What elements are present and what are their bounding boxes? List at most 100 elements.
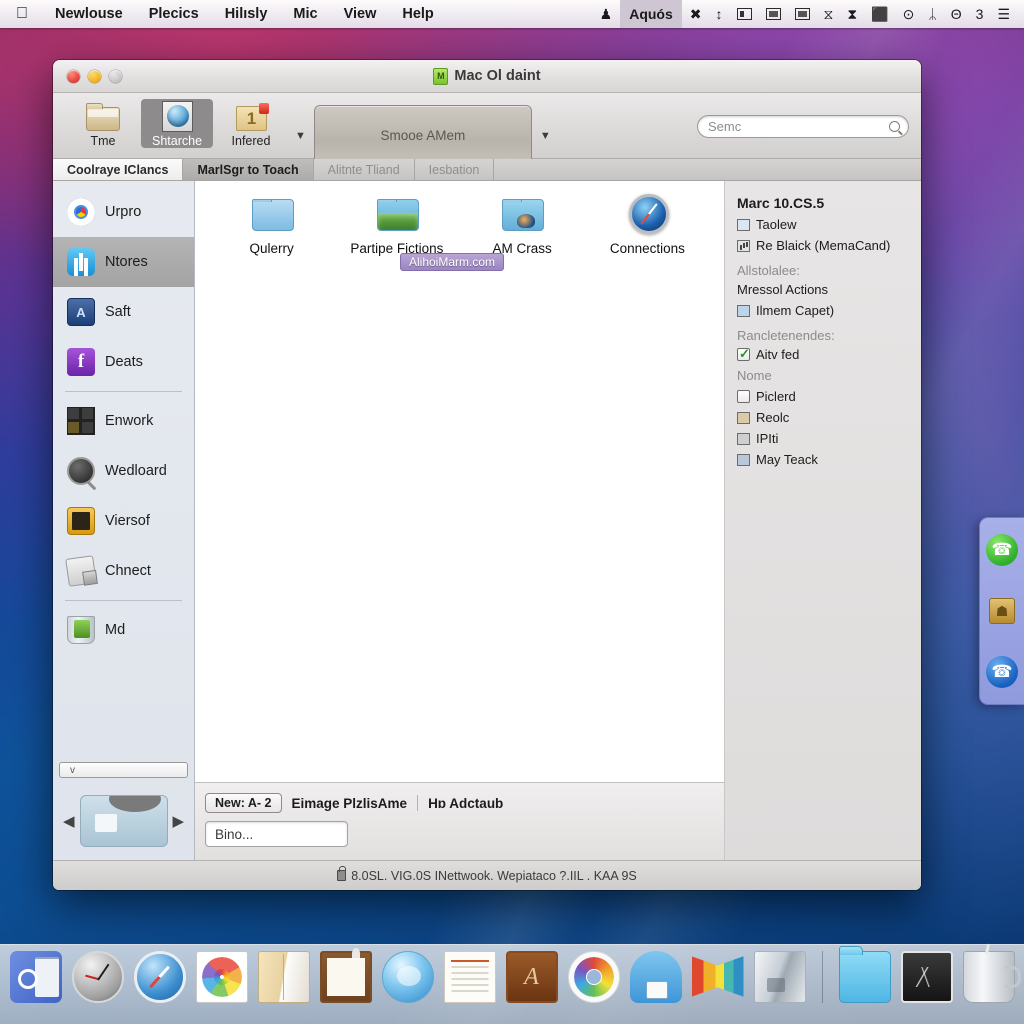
color-wheel-icon[interactable] [567,951,620,1003]
menu-item-0[interactable]: Newlouse [42,6,136,22]
count-label[interactable]: 3 [970,6,990,22]
info-row-piclerd[interactable]: Piclerd [737,389,911,404]
clock-label[interactable]: Θ [945,6,968,22]
downloads-icon[interactable] [900,951,953,1003]
info-row-re-blaick[interactable]: Re Blaick (MemaCand) [737,238,911,253]
tab-alitnte-tliand[interactable]: Alitnte Tliand [314,159,415,180]
info-row-ilmem-capet[interactable]: Ilmem Capet) [737,303,911,318]
status-icon-bird[interactable]: ♟ [594,6,619,23]
new-button[interactable]: New: A- 2 [205,793,282,813]
sidebar-scrollbar[interactable]: v [59,762,188,778]
menu-item-2[interactable]: Hilısly [212,6,281,22]
icon-pane[interactable]: Qulerry Partipe Fictions AM Crass Connec… [195,181,725,782]
menu-item-1[interactable]: Plecics [136,6,212,22]
trash-cup-icon[interactable] [962,951,1021,1003]
clipboard-icon[interactable]: ⬛ [865,6,894,23]
window-title-bar[interactable]: Mac Ol daint [53,60,921,93]
pages-icon[interactable] [443,951,496,1003]
search-field-wrapper: Semc [697,115,909,138]
sidebar-item-deats[interactable]: Deats [53,337,194,387]
ichat-icon[interactable] [381,951,434,1003]
info-row-reolc[interactable]: Reolc [737,410,911,425]
checkbox-checked-icon[interactable] [737,346,750,362]
minimize-button[interactable] [88,69,101,83]
toolbar-item-label: Tme [90,134,116,148]
phone-blue-icon[interactable]: ☎ [986,656,1018,688]
vol-icon[interactable]: ↕ [710,6,729,22]
menu-item-3[interactable]: Mic [280,6,330,22]
toolbar-item-tme[interactable]: Tme [67,99,139,148]
battery-icon[interactable] [731,8,758,20]
image-icon [737,304,750,317]
photos-icon[interactable] [195,951,248,1003]
sidebar-item-urpro[interactable]: Urpro [53,187,194,237]
toolbar-item-label: Infered [231,134,271,148]
menu-item-5[interactable]: Help [389,6,446,22]
next-arrow-icon[interactable]: ▶ [172,812,184,830]
chevron-down-icon-left[interactable]: ▼ [289,130,312,142]
checkbox-unchecked-icon[interactable] [737,390,750,403]
system-preferences-icon[interactable] [9,951,62,1003]
bottom-label-2[interactable]: Hɒ Adctaub [428,796,503,811]
info-row-label: IPIti [756,431,779,446]
sidebar-item-ntores[interactable]: Ntores [53,237,194,287]
zoom-button[interactable] [109,69,122,83]
file-item-am-crass[interactable]: AM Crass [460,193,585,256]
sidebar-divider-1 [65,391,182,392]
info-row-aitv-fed[interactable]: Aitv fed [737,346,911,362]
chart-icon[interactable] [789,8,816,20]
display-icon[interactable] [760,8,787,20]
timemachine-icon[interactable]: ⊙ [897,6,921,23]
sidebar-item-saft[interactable]: Saft [53,287,194,337]
tag-pill[interactable]: AlihoiMarm.com [400,253,505,271]
info-row-ipiti[interactable]: IPIti [737,431,911,446]
sidebar-item-md[interactable]: Md [53,605,194,655]
info-row-label: Reolc [756,410,790,425]
app-icon[interactable] [505,951,558,1003]
file-item-partipe-fictions[interactable]: Partipe Fictions [334,193,459,256]
safari-icon[interactable] [133,951,186,1003]
file-item-qulerry[interactable]: Qulerry [209,193,334,256]
menu-extra-aquos[interactable]: Aquós [620,0,682,28]
numbered-folder-icon: 1 [232,101,270,133]
tab-iesbation[interactable]: Iesbation [415,159,495,180]
sidebar-item-viersof[interactable]: Viersof [53,496,194,546]
gold-badge-icon[interactable]: ☗ [989,598,1015,624]
preview-thumbnail[interactable] [79,795,168,847]
photo-folder-icon [373,193,421,235]
bino-input[interactable]: Bino... [205,821,348,847]
chevron-down-icon-right[interactable]: ▼ [534,130,557,142]
info-row-may-teack[interactable]: May Teack [737,452,911,467]
clock-icon[interactable] [71,951,124,1003]
toolbar-item-shtarche[interactable]: Shtarche [141,99,213,148]
sidebar-item-enwork[interactable]: Enwork [53,396,194,446]
notes-icon[interactable] [319,948,372,1003]
folder-icon [84,101,122,133]
tab-marlsgr-to-toach[interactable]: MarlSgr to Toach [183,159,314,180]
close-x-icon[interactable]: ✖ [684,6,708,23]
menu-bar:  Newlouse Plecics Hilısly Mic View Help… [0,0,1024,28]
prism-icon[interactable] [691,956,744,997]
file-item-connections[interactable]: Connections [585,193,710,256]
spotlight-icon[interactable]: ☰ [991,6,1016,23]
documents-icon[interactable] [257,951,310,1003]
info-row-mressol-actions[interactable]: Mressol Actions [737,282,911,297]
sidebar-item-chnect[interactable]: Chnect [53,546,194,596]
tab-coolraye-iclancs[interactable]: Coolraye IClancs [53,159,184,180]
toolbar-path-button[interactable]: Smooe AMem [313,105,532,165]
info-row-taolew[interactable]: Taolew [737,217,911,232]
menu-item-4[interactable]: View [331,6,390,22]
glass-icon[interactable] [753,951,806,1003]
printer-icon[interactable] [629,951,682,1003]
toolbar-item-infered[interactable]: 1 Infered [215,99,287,148]
bluetooth-icon[interactable]: ᛦ [922,6,942,22]
phone-green-icon[interactable]: ☎ [986,534,1018,566]
hourglass2-icon[interactable]: ⧗ [841,6,863,23]
close-button[interactable] [67,69,80,83]
prev-arrow-icon[interactable]: ◀ [63,812,75,830]
search-input[interactable]: Semc [697,115,909,138]
folder-icon[interactable] [838,946,891,1003]
apple-menu-icon[interactable]:  [0,6,42,22]
sidebar-item-wedloard[interactable]: Wedloard [53,446,194,496]
hourglass-icon[interactable]: ⧖ [818,6,840,23]
